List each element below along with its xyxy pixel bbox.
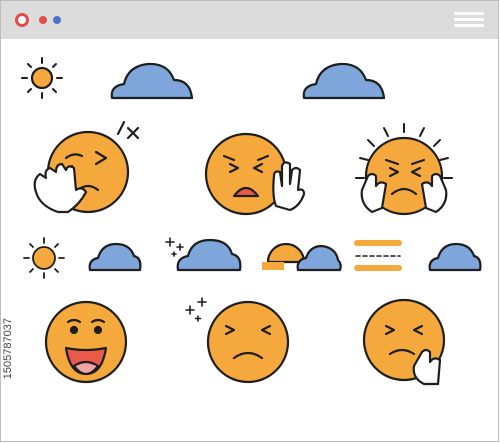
face-icon <box>44 300 128 384</box>
cloud-icon <box>296 244 342 272</box>
face-icon <box>206 300 290 384</box>
sparkle-icon <box>185 297 207 322</box>
sun-icon <box>21 57 63 99</box>
cloud-icon <box>302 62 386 100</box>
sun-icon <box>23 237 65 279</box>
cloud-icon <box>428 242 482 272</box>
stock-id: 1505787037 <box>2 318 14 380</box>
emoji-illustration <box>21 57 482 386</box>
cloud-icon <box>88 242 142 272</box>
sparkle-icon <box>165 237 184 257</box>
cloud-icon <box>110 62 194 100</box>
cloud-icon <box>176 238 242 272</box>
